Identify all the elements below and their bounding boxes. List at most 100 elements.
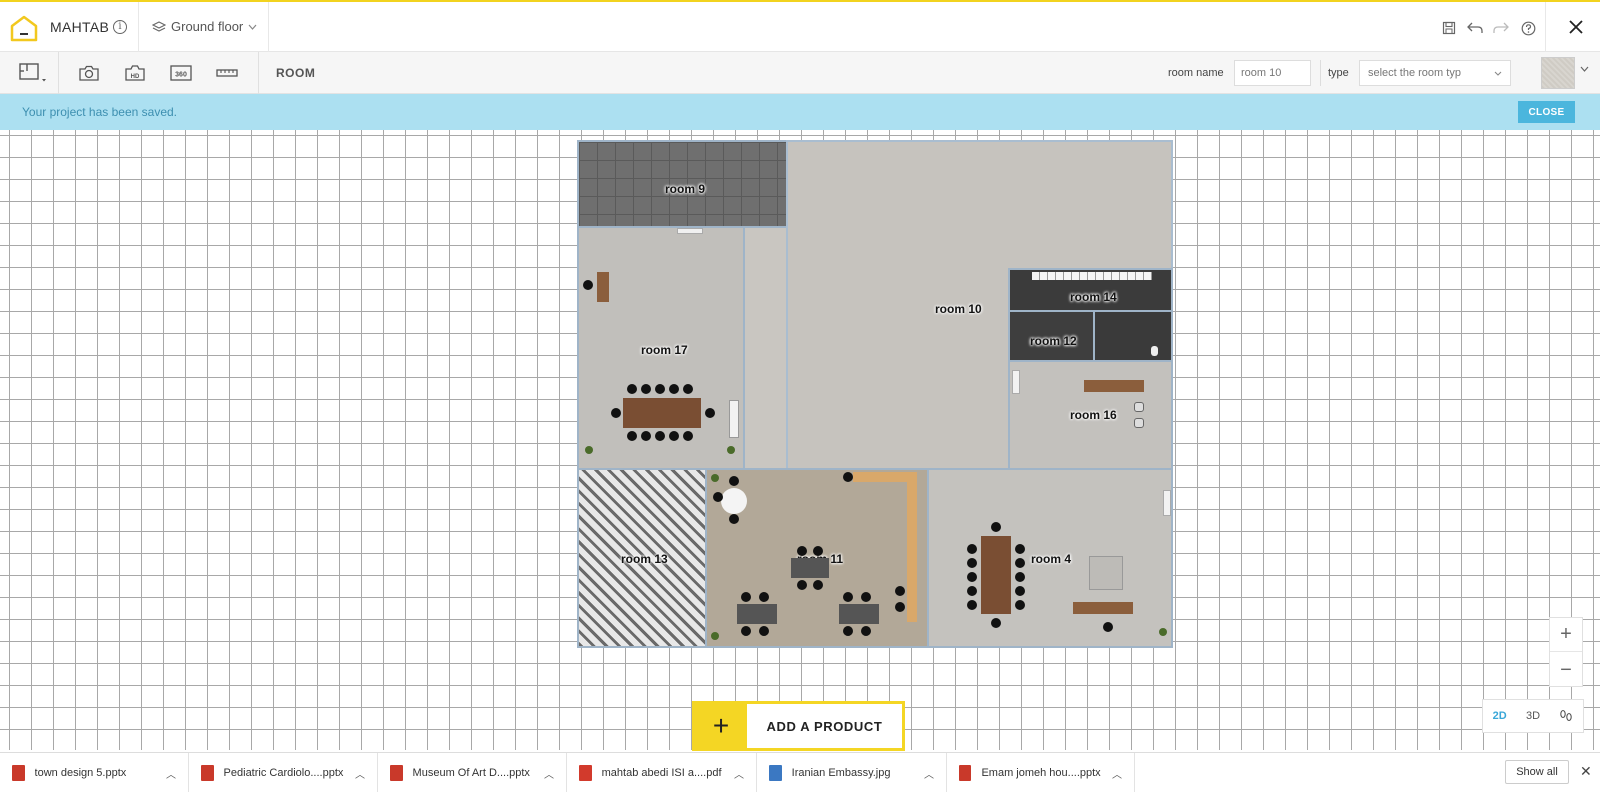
room-type-select[interactable]: select the room typ	[1359, 60, 1511, 86]
chair[interactable]	[797, 546, 807, 556]
zoom-out-button[interactable]: −	[1550, 653, 1582, 687]
round-table[interactable]	[721, 488, 747, 514]
plant[interactable]	[711, 632, 719, 640]
download-item[interactable]: Pediatric Cardiolo....pptx ︿	[189, 753, 378, 792]
close-icon[interactable]	[1565, 16, 1587, 38]
plant[interactable]	[727, 446, 735, 454]
chevron-up-icon[interactable]: ︿	[166, 766, 176, 781]
floor-plan[interactable]: room 9 room 10 room 17 room 14 room 12 r…	[577, 140, 1173, 648]
chair[interactable]	[813, 546, 823, 556]
chevron-down-icon[interactable]	[1580, 66, 1589, 72]
bench[interactable]	[1084, 380, 1144, 392]
chair[interactable]	[669, 431, 679, 441]
chair[interactable]	[843, 592, 853, 602]
rug[interactable]	[1089, 556, 1123, 590]
bench[interactable]	[1073, 602, 1133, 614]
download-item[interactable]: Iranian Embassy.jpg ︿	[757, 753, 947, 792]
chair[interactable]	[669, 384, 679, 394]
chair[interactable]	[759, 592, 769, 602]
chair[interactable]	[967, 544, 977, 554]
chair[interactable]	[895, 602, 905, 612]
chair[interactable]	[813, 580, 823, 590]
room-16[interactable]: room 16	[1008, 360, 1173, 470]
chair[interactable]	[861, 592, 871, 602]
chair[interactable]	[641, 431, 651, 441]
download-item[interactable]: Emam jomeh hou....pptx ︿	[947, 753, 1135, 792]
camera-button[interactable]	[76, 60, 102, 86]
table[interactable]	[737, 604, 777, 624]
download-item[interactable]: Museum Of Art D....pptx ︿	[378, 753, 567, 792]
chair[interactable]	[861, 626, 871, 636]
view-2d-button[interactable]: 2D	[1483, 700, 1516, 732]
chair[interactable]	[683, 431, 693, 441]
chair[interactable]	[1015, 600, 1025, 610]
chair[interactable]	[797, 580, 807, 590]
cabinet[interactable]	[1012, 370, 1020, 394]
floorplan-menu-button[interactable]	[14, 60, 50, 86]
chair[interactable]	[991, 618, 1001, 628]
plant[interactable]	[585, 446, 593, 454]
chair[interactable]	[967, 600, 977, 610]
conference-table[interactable]	[981, 536, 1011, 614]
download-item[interactable]: town design 5.pptx ︿	[0, 753, 189, 792]
chair[interactable]	[713, 492, 723, 502]
room-12[interactable]: room 12	[1008, 310, 1095, 362]
room-4[interactable]: room 4	[927, 468, 1173, 648]
chair[interactable]	[641, 384, 651, 394]
add-product-button[interactable]: + ADD A PRODUCT	[692, 701, 905, 751]
cabinet[interactable]	[729, 400, 739, 438]
walkthrough-button[interactable]	[1550, 700, 1583, 732]
chair[interactable]	[627, 431, 637, 441]
info-icon[interactable]: i	[113, 20, 127, 34]
chair[interactable]	[683, 384, 693, 394]
view-3d-button[interactable]: 3D	[1516, 700, 1549, 732]
table[interactable]	[839, 604, 879, 624]
chair[interactable]	[611, 408, 621, 418]
chair[interactable]	[741, 626, 751, 636]
chevron-up-icon[interactable]: ︿	[924, 766, 934, 781]
room-17[interactable]: room 17	[577, 226, 745, 470]
conference-table[interactable]	[623, 398, 701, 428]
project-name[interactable]: MAHTAB	[50, 19, 109, 35]
armchair[interactable]	[1134, 418, 1144, 428]
chair[interactable]	[705, 408, 715, 418]
chevron-up-icon[interactable]: ︿	[1112, 766, 1122, 781]
chair[interactable]	[1015, 544, 1025, 554]
plan-canvas[interactable]: room 9 room 10 room 17 room 14 room 12 r…	[0, 130, 1600, 750]
floor-selector[interactable]: Ground floor	[152, 19, 257, 34]
cabinet[interactable]	[1163, 490, 1171, 516]
room-name-input[interactable]	[1234, 60, 1311, 86]
desk[interactable]	[597, 272, 609, 302]
chevron-up-icon[interactable]: ︿	[544, 766, 554, 781]
chair[interactable]	[843, 626, 853, 636]
chair[interactable]	[583, 280, 593, 290]
locker-row[interactable]	[1032, 272, 1152, 280]
chair[interactable]	[729, 476, 739, 486]
chair[interactable]	[967, 558, 977, 568]
restroom[interactable]	[1093, 310, 1173, 362]
undo-icon[interactable]	[1466, 19, 1484, 37]
chair[interactable]	[843, 472, 853, 482]
toilet[interactable]	[1151, 346, 1158, 356]
chair[interactable]	[655, 384, 665, 394]
kitchen-counter[interactable]	[907, 472, 917, 622]
chair[interactable]	[741, 592, 751, 602]
plant[interactable]	[1159, 628, 1167, 636]
chair[interactable]	[627, 384, 637, 394]
room-9[interactable]: room 9	[577, 140, 788, 228]
help-icon[interactable]	[1519, 19, 1537, 37]
table[interactable]	[791, 558, 829, 578]
hd-render-button[interactable]: HD	[122, 60, 148, 86]
room-11[interactable]: room 11	[705, 468, 929, 648]
notification-close-button[interactable]: CLOSE	[1518, 101, 1575, 123]
redo-icon[interactable]	[1492, 19, 1510, 37]
armchair[interactable]	[1134, 402, 1144, 412]
save-icon[interactable]	[1440, 19, 1458, 37]
chair[interactable]	[1015, 572, 1025, 582]
chair[interactable]	[1103, 622, 1113, 632]
chevron-up-icon[interactable]: ︿	[734, 766, 744, 781]
chair[interactable]	[759, 626, 769, 636]
chair[interactable]	[1015, 586, 1025, 596]
chevron-up-icon[interactable]: ︿	[355, 766, 365, 781]
render-360-button[interactable]: 360	[168, 60, 194, 86]
